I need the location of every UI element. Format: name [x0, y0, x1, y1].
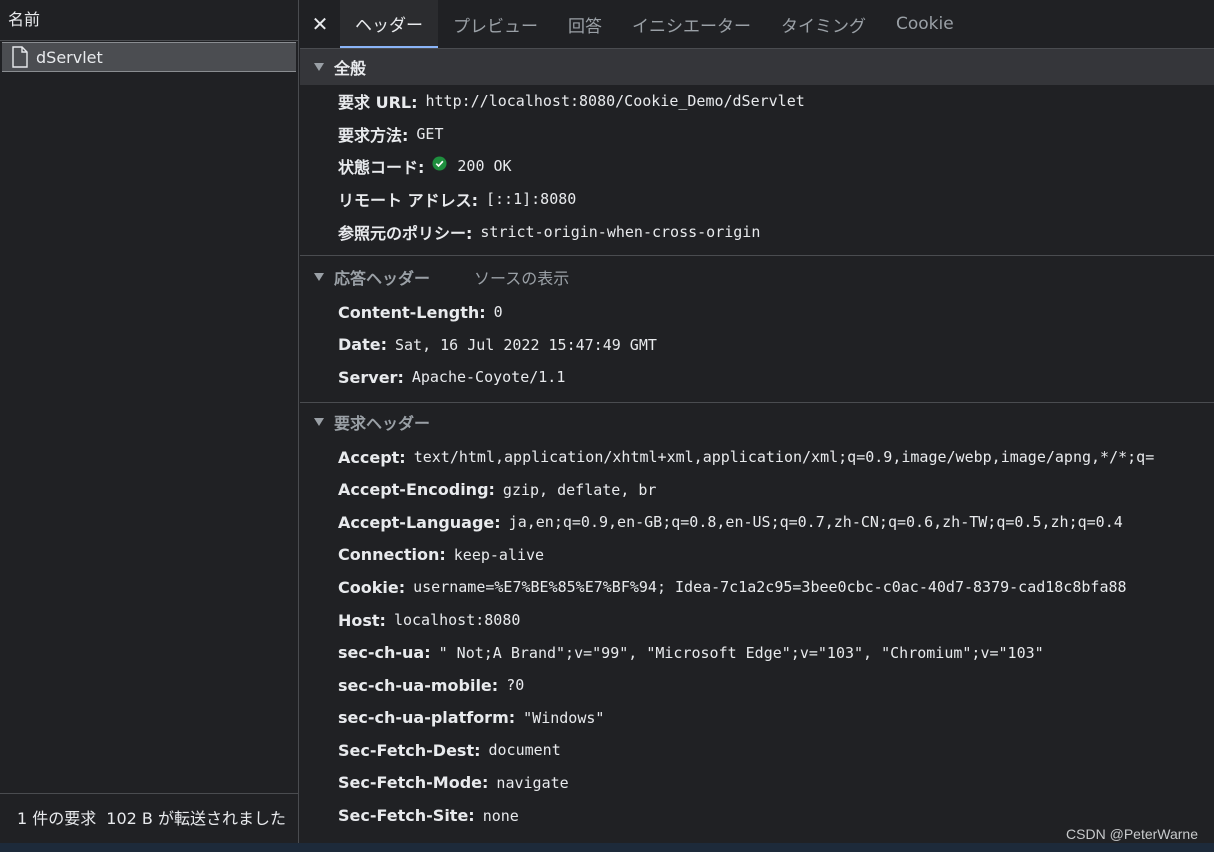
request-header-row: Connection: keep-alive	[300, 539, 1214, 572]
taskbar-strip	[0, 843, 1214, 852]
general-row: 要求 URL: http://localhost:8080/Cookie_Demo…	[300, 85, 1214, 118]
request-headers-section: 要求ヘッダー Accept: text/html,application/xhtm…	[300, 403, 1214, 832]
header-value: Apache-Coyote/1.1	[411, 368, 566, 387]
header-key: Accept-Language:	[338, 512, 501, 532]
header-key: 参照元のポリシー:	[338, 223, 473, 243]
header-key: Sec-Fetch-Site:	[338, 806, 475, 826]
request-row-dservlet[interactable]: dServlet	[2, 42, 296, 72]
request-header-row: Accept-Language: ja,en;q=0.9,en-GB;q=0.8,…	[300, 506, 1214, 539]
tab-timing[interactable]: タイミング	[766, 0, 881, 48]
response-headers-section: 応答ヘッダー ソースの表示 Content-Length: 0 Date: Sat,…	[300, 258, 1214, 403]
header-key: Accept-Encoding:	[338, 480, 495, 500]
detail-tabs: ✕ ヘッダー プレビュー 回答 イニシエーター タイミング Cookie	[300, 0, 1214, 49]
triangle-down-icon	[314, 63, 324, 71]
header-value: ?0	[506, 676, 525, 695]
header-value: " Not;A Brand";v="99", "Microsoft Edge";…	[438, 643, 1044, 662]
tab-headers[interactable]: ヘッダー	[340, 0, 438, 48]
tab-preview[interactable]: プレビュー	[438, 0, 553, 48]
general-section: 全般 要求 URL: http://localhost:8080/Cookie_D…	[300, 49, 1214, 256]
request-name: dServlet	[36, 47, 103, 67]
header-key: Sec-Fetch-Mode:	[338, 773, 489, 793]
request-header-row: sec-ch-ua-platform: "Windows"	[300, 702, 1214, 735]
header-key: sec-ch-ua-platform:	[338, 708, 516, 728]
transferred-size: 102 B が転送されました	[106, 809, 286, 828]
response-headers-title: 応答ヘッダー	[334, 268, 431, 288]
view-source-link[interactable]: ソースの表示	[474, 265, 569, 289]
check-circle-icon	[432, 156, 447, 171]
header-value: strict-origin-when-cross-origin	[480, 222, 761, 241]
request-header-row: Sec-Fetch-Dest: document	[300, 734, 1214, 767]
general-row: 参照元のポリシー: strict-origin-when-cross-origin	[300, 215, 1214, 248]
general-section-header[interactable]: 全般	[300, 49, 1214, 85]
request-header-row: Accept: text/html,application/xhtml+xml,a…	[300, 441, 1214, 474]
header-key: Content-Length:	[338, 302, 486, 322]
header-key: sec-ch-ua:	[338, 643, 431, 663]
header-value: gzip, deflate, br	[502, 480, 657, 499]
name-column-header[interactable]: 名前	[0, 0, 298, 41]
header-key: Connection:	[338, 545, 446, 565]
header-value: 0	[493, 303, 503, 322]
header-key: 状態コード:	[338, 158, 425, 178]
request-header-row: Host: localhost:8080	[300, 604, 1214, 637]
close-icon[interactable]: ✕	[300, 0, 340, 48]
request-header-row: sec-ch-ua-mobile: ?0	[300, 669, 1214, 702]
header-key: Accept:	[338, 447, 406, 467]
request-count: 1 件の要求	[17, 809, 97, 828]
general-row: 状態コード: 200 OK	[300, 150, 1214, 183]
request-list-panel: 名前 dServlet 1 件の要求 102 B が転送されました	[0, 0, 299, 852]
status-bar: 1 件の要求 102 B が転送されました	[0, 793, 298, 843]
header-key: Date:	[338, 335, 387, 355]
header-value: document	[488, 741, 561, 760]
header-value: http://localhost:8080/Cookie_Demo/dServl…	[425, 92, 805, 111]
header-value: "Windows"	[523, 708, 605, 727]
tab-response[interactable]: 回答	[553, 0, 617, 48]
header-key: Cookie:	[338, 577, 406, 597]
general-row: リモート アドレス: [::1]:8080	[300, 183, 1214, 216]
header-value: [::1]:8080	[485, 190, 577, 209]
header-key: sec-ch-ua-mobile:	[338, 675, 499, 695]
detail-panel: ✕ ヘッダー プレビュー 回答 イニシエーター タイミング Cookie 全般 …	[300, 0, 1214, 843]
watermark: CSDN @PeterWarne	[1066, 826, 1198, 842]
header-key: 要求方法:	[338, 125, 409, 145]
triangle-down-icon	[314, 417, 324, 426]
request-header-row: Cookie: username=%E7%BE%85%E7%BF%94; Idea…	[300, 571, 1214, 604]
header-key: Host:	[338, 610, 386, 630]
general-row: 要求方法: GET	[300, 118, 1214, 151]
triangle-down-icon	[314, 272, 324, 281]
request-headers-header[interactable]: 要求ヘッダー	[300, 403, 1214, 441]
header-value: none	[482, 806, 519, 825]
response-header-row: Server: Apache-Coyote/1.1	[300, 361, 1214, 394]
request-header-row: Accept-Encoding: gzip, deflate, br	[300, 473, 1214, 506]
request-header-row: Sec-Fetch-Mode: navigate	[300, 767, 1214, 800]
header-key: Server:	[338, 367, 404, 387]
header-value: username=%E7%BE%85%E7%BF%94; Idea-7c1a2c…	[413, 578, 1127, 597]
header-value: Sat, 16 Jul 2022 15:47:49 GMT	[394, 335, 657, 354]
general-title: 全般	[334, 59, 367, 78]
header-key: リモート アドレス:	[338, 191, 478, 211]
response-headers-header[interactable]: 応答ヘッダー ソースの表示	[300, 258, 1214, 296]
response-header-row: Content-Length: 0	[300, 296, 1214, 329]
request-headers-title: 要求ヘッダー	[334, 413, 431, 433]
header-value: localhost:8080	[393, 611, 521, 630]
header-value: navigate	[496, 773, 569, 792]
header-value: GET	[416, 124, 444, 143]
header-key: 要求 URL:	[338, 93, 418, 113]
header-value: ja,en;q=0.9,en-GB;q=0.8,en-US;q=0.7,zh-C…	[508, 513, 1123, 532]
tab-initiator[interactable]: イニシエーター	[617, 0, 766, 48]
response-header-row: Date: Sat, 16 Jul 2022 15:47:49 GMT	[300, 329, 1214, 362]
header-value: 200 OK	[457, 157, 512, 176]
request-header-row: sec-ch-ua: " Not;A Brand";v="99", "Micros…	[300, 636, 1214, 669]
header-value: text/html,application/xhtml+xml,applicat…	[413, 448, 1155, 467]
header-key: Sec-Fetch-Dest:	[338, 740, 481, 760]
header-value: keep-alive	[453, 545, 545, 564]
tab-cookies[interactable]: Cookie	[881, 0, 969, 48]
file-icon	[12, 46, 28, 68]
